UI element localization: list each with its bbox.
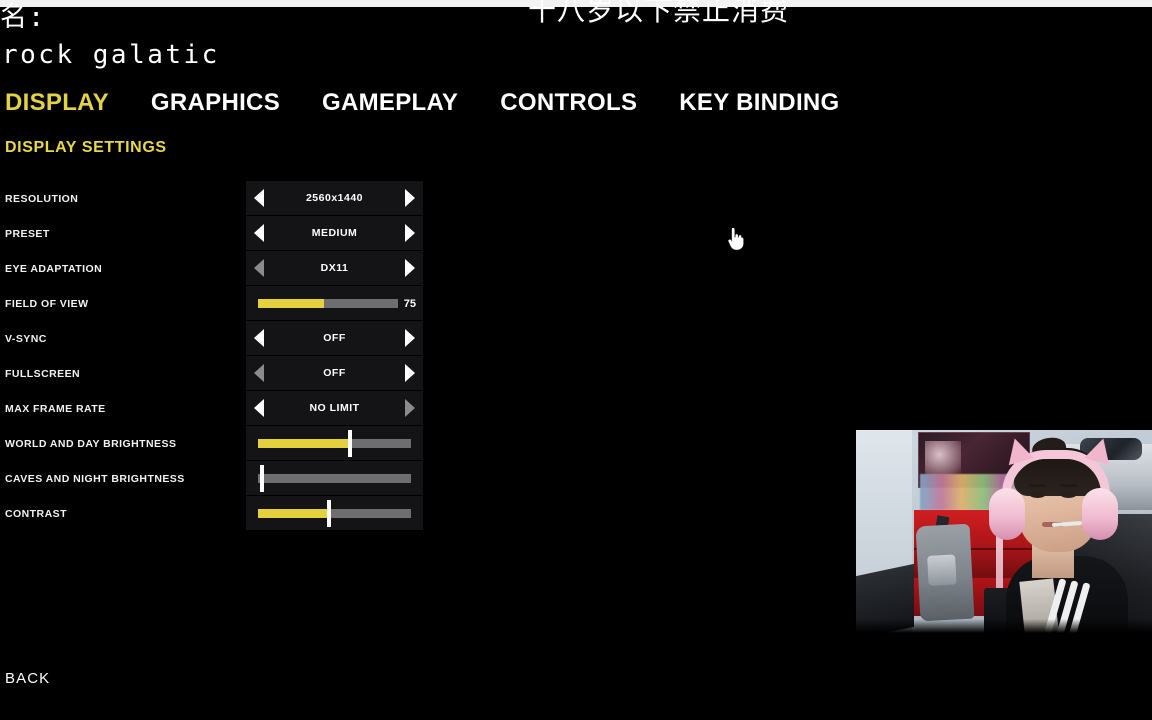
display-settings-list: RESOLUTION 2560x1440 PRESET MEDIUM EYE ADAPT…	[0, 181, 440, 531]
setting-control-eye-adaptation: DX11	[246, 251, 423, 286]
slider-track-field-of-view[interactable]	[258, 298, 398, 308]
setting-label-caves-and-night-brightness: CAVES AND NIGHT BRIGHTNESS	[5, 472, 185, 485]
setting-control-caves-and-night-brightness[interactable]	[246, 461, 423, 496]
arrow-left-icon-fullscreen[interactable]	[252, 363, 266, 383]
webcam-headphone-earcup-left	[989, 488, 1025, 540]
slider-track-caves-and-night-brightness[interactable]	[258, 464, 411, 492]
slider-track-contrast[interactable]	[258, 499, 411, 527]
slider-handle-caves-and-night-brightness[interactable]	[259, 464, 264, 492]
tab-key-binding[interactable]: KEY BINDING	[679, 89, 839, 117]
slider-fill-field-of-view	[258, 298, 324, 308]
setting-control-max-frame-rate: NO LIMIT	[246, 391, 423, 426]
mouse-cursor-pointer-hand	[728, 228, 744, 250]
setting-label-field-of-view: FIELD OF VIEW	[5, 297, 89, 310]
arrow-right-icon-fullscreen[interactable]	[403, 363, 417, 383]
setting-control-preset: MEDIUM	[246, 216, 423, 251]
slider-field-of-view[interactable]	[258, 286, 398, 321]
tab-controls[interactable]: CONTROLS	[500, 89, 637, 117]
webcam-bag	[915, 523, 975, 622]
stream-room-label: 名:	[0, 2, 46, 33]
slider-contrast[interactable]	[258, 496, 411, 531]
stream-room-name: rock galatic	[2, 40, 220, 70]
setting-value-v-sync: OFF	[323, 332, 346, 344]
setting-value-resolution: 2560x1440	[305, 192, 364, 204]
setting-row-world-and-day-brightness: WORLD AND DAY BRIGHTNESS	[0, 426, 423, 461]
page-title: DISPLAY SETTINGS	[5, 139, 167, 156]
setting-row-resolution: RESOLUTION 2560x1440	[0, 181, 423, 216]
tab-display[interactable]: DISPLAY	[5, 89, 109, 117]
slider-fill-world-and-day-brightness	[258, 438, 349, 448]
arrow-right-icon-preset[interactable]	[403, 223, 417, 243]
setting-value-preset: MEDIUM	[311, 227, 358, 239]
setting-row-field-of-view: FIELD OF VIEW 75	[0, 286, 423, 321]
stream-age-notice: 十八岁以下禁止消费	[528, 0, 790, 27]
slider-fill-contrast	[258, 508, 327, 518]
setting-label-eye-adaptation: EYE ADAPTATION	[5, 262, 103, 275]
setting-control-fullscreen: OFF	[246, 356, 423, 391]
arrow-left-icon-max-frame-rate[interactable]	[252, 398, 266, 418]
webcam-headphone-earcup-right	[1082, 488, 1118, 540]
slider-handle-world-and-day-brightness[interactable]	[348, 429, 353, 457]
setting-row-fullscreen: FULLSCREEN OFF	[0, 356, 423, 391]
setting-row-caves-and-night-brightness: CAVES AND NIGHT BRIGHTNESS	[0, 461, 423, 496]
slider-track-world-and-day-brightness[interactable]	[258, 429, 411, 457]
setting-row-eye-adaptation: EYE ADAPTATION DX11	[0, 251, 423, 286]
setting-row-preset: PRESET MEDIUM	[0, 216, 423, 251]
webcam-overlay	[854, 430, 1152, 633]
tab-gameplay[interactable]: GAMEPLAY	[322, 89, 458, 117]
setting-label-resolution: RESOLUTION	[5, 192, 79, 205]
arrow-right-icon-resolution[interactable]	[403, 188, 417, 208]
setting-control-contrast[interactable]	[246, 496, 423, 531]
setting-label-preset: PRESET	[5, 227, 50, 240]
setting-label-fullscreen: FULLSCREEN	[5, 367, 81, 380]
setting-label-max-frame-rate: MAX FRAME RATE	[5, 402, 106, 415]
slider-value-field-of-view: 75	[403, 297, 416, 310]
setting-control-world-and-day-brightness[interactable]	[246, 426, 423, 461]
arrow-left-icon-v-sync[interactable]	[252, 328, 266, 348]
setting-row-contrast: CONTRAST	[0, 496, 423, 531]
setting-label-v-sync: V-SYNC	[5, 332, 47, 345]
arrow-right-icon-eye-adaptation[interactable]	[403, 258, 417, 278]
slider-handle-contrast[interactable]	[326, 499, 331, 527]
tab-graphics[interactable]: GRAPHICS	[151, 89, 280, 117]
webcam-bottom-fade	[856, 619, 1152, 633]
back-button[interactable]: BACK	[5, 670, 50, 687]
settings-tab-bar: DISPLAY GRAPHICS GAMEPLAY CONTROLS KEY BINDI…	[0, 84, 900, 122]
arrow-left-icon-eye-adaptation[interactable]	[252, 258, 266, 278]
setting-row-max-frame-rate: MAX FRAME RATE NO LIMIT	[0, 391, 423, 426]
setting-control-field-of-view[interactable]: 75	[246, 286, 423, 321]
slider-caves-and-night-brightness[interactable]	[258, 461, 411, 496]
setting-control-resolution: 2560x1440	[246, 181, 423, 216]
setting-row-v-sync: V-SYNC OFF	[0, 321, 423, 356]
setting-control-v-sync: OFF	[246, 321, 423, 356]
setting-value-eye-adaptation: DX11	[320, 262, 349, 274]
setting-label-world-and-day-brightness: WORLD AND DAY BRIGHTNESS	[5, 437, 177, 450]
arrow-left-icon-preset[interactable]	[252, 223, 266, 243]
arrow-left-icon-resolution[interactable]	[252, 188, 266, 208]
setting-value-fullscreen: OFF	[323, 367, 346, 379]
setting-label-contrast: CONTRAST	[5, 507, 67, 520]
setting-value-max-frame-rate: NO LIMIT	[309, 402, 360, 414]
arrow-right-icon-v-sync[interactable]	[403, 328, 417, 348]
slider-world-and-day-brightness[interactable]	[258, 426, 411, 461]
arrow-right-icon-max-frame-rate[interactable]	[403, 398, 417, 418]
